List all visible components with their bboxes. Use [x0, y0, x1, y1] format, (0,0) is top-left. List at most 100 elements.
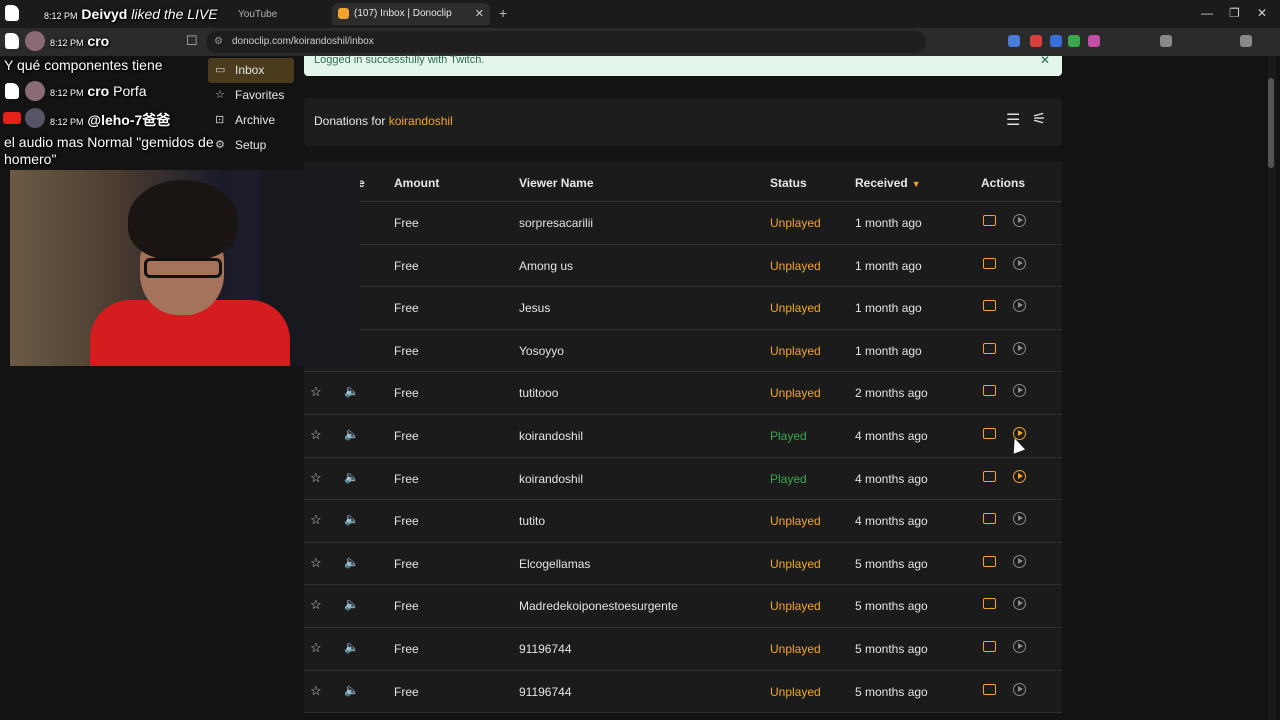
table-row[interactable]: ☆🔈FreeJesusUnplayed1 month ago: [304, 287, 1062, 330]
url-input[interactable]: ⚙ donoclip.com/koirandoshil/inbox: [206, 31, 926, 53]
cell-received: 1 month ago: [855, 301, 922, 316]
favorite-star-icon[interactable]: ☆: [310, 683, 322, 699]
maximize-icon[interactable]: ❐: [1229, 6, 1240, 20]
table-row[interactable]: ☆ 🔈 Free tutito Unplayed 4 months ago: [304, 500, 1062, 543]
donoclip-favicon-icon: [338, 8, 349, 19]
archive-folder-icon[interactable]: [983, 257, 996, 269]
table-row[interactable]: ☆ 🔈 Free tutitooo Unplayed 2 months ago: [304, 372, 1062, 415]
cell-amount: Free: [394, 599, 419, 614]
archive-folder-icon[interactable]: [983, 555, 996, 567]
table-row[interactable]: ☆🔈FreeYosoyyoUnplayed1 month ago: [304, 330, 1062, 373]
play-icon[interactable]: [1013, 554, 1026, 568]
archive-folder-icon[interactable]: [983, 385, 996, 397]
archive-folder-icon[interactable]: [983, 513, 996, 525]
extension-icon[interactable]: [1008, 35, 1020, 47]
tiktok-icon: [5, 33, 19, 49]
cell-viewer-name: Among us: [519, 258, 574, 273]
sort-desc-icon: ▼: [911, 179, 921, 189]
title-prefix: Donations for: [314, 114, 386, 128]
extension-icon[interactable]: [1068, 35, 1080, 47]
play-icon[interactable]: [1013, 256, 1026, 270]
table-row[interactable]: ☆ 🔈 Free 91196744 Unplayed 5 months ago: [304, 628, 1062, 671]
filter-icon[interactable]: ☰: [1006, 110, 1020, 130]
avatar: [25, 108, 45, 128]
window-close-icon[interactable]: ✕: [1257, 6, 1267, 20]
play-icon[interactable]: [1013, 682, 1026, 696]
play-icon[interactable]: [1013, 214, 1026, 227]
favorite-star-icon[interactable]: ☆: [310, 512, 322, 528]
column-header-actions: Actions: [981, 176, 1026, 190]
column-header-received[interactable]: Received ▼: [855, 176, 921, 190]
speaker-icon: 🔈: [344, 597, 359, 612]
table-row[interactable]: ☆ 🔈 Free koirandoshil Played 4 months ago: [304, 415, 1062, 458]
webcam-hair: [128, 180, 238, 260]
extension-icon[interactable]: [1050, 35, 1062, 47]
archive-folder-icon[interactable]: [983, 300, 996, 312]
table-row[interactable]: ☆ 🔈 Free koirandoshil Played 4 months ago: [304, 458, 1062, 501]
new-tab-icon[interactable]: +: [499, 5, 507, 21]
favorite-star-icon[interactable]: ☆: [310, 597, 322, 613]
tiktok-icon: [5, 83, 19, 99]
table-row[interactable]: ☆ 🔈 Free Elcogellamas Unplayed 5 months ago: [304, 543, 1062, 586]
column-header-amount[interactable]: Amount: [394, 176, 439, 190]
cell-received: 4 months ago: [855, 471, 928, 486]
favorite-star-icon[interactable]: ☆: [310, 640, 322, 656]
extension-icon[interactable]: [1240, 35, 1252, 47]
cell-amount: Free: [394, 258, 419, 273]
speaker-icon: 🔈: [344, 682, 359, 697]
cell-amount: Free: [394, 301, 419, 316]
chat-username: Deivyd: [81, 6, 128, 22]
scrollbar[interactable]: [1268, 56, 1276, 720]
table-row[interactable]: ☆ 🔈 Free Madredekoiponestoesurgente Unplayed…: [304, 585, 1062, 628]
play-icon[interactable]: [1013, 341, 1026, 355]
favorite-star-icon[interactable]: ☆: [310, 427, 322, 443]
play-icon[interactable]: [1013, 597, 1026, 611]
extension-icon[interactable]: [1160, 35, 1172, 47]
cell-received: 2 months ago: [855, 386, 928, 401]
extension-icon[interactable]: [1030, 35, 1042, 47]
tab-donoclip-inbox[interactable]: (107) Inbox | Donoclip ✕: [332, 3, 490, 25]
column-header-status[interactable]: Status: [770, 176, 807, 190]
favorite-star-icon[interactable]: ☆: [310, 555, 322, 571]
play-icon[interactable]: [1013, 469, 1026, 483]
cell-status: Unplayed: [770, 599, 821, 614]
minimize-icon[interactable]: —: [1201, 6, 1213, 20]
archive-folder-icon[interactable]: [983, 427, 996, 439]
cell-status: Unplayed: [770, 556, 821, 571]
scroll-thumb[interactable]: [1268, 78, 1274, 168]
avatar: [25, 81, 45, 101]
archive-folder-icon[interactable]: [983, 640, 996, 652]
close-icon[interactable]: ✕: [1040, 54, 1050, 66]
speaker-icon: 🔈: [344, 384, 359, 399]
cell-amount: Free: [394, 641, 419, 656]
settings-sliders-icon[interactable]: ⚟: [1032, 109, 1046, 129]
extension-icon[interactable]: [1088, 35, 1100, 47]
play-icon[interactable]: [1013, 512, 1026, 526]
table-header: e Amount Viewer Name Status Received ▼ Ac…: [304, 162, 1062, 202]
play-icon[interactable]: [1013, 384, 1026, 398]
play-icon[interactable]: [1013, 299, 1026, 313]
chat-line: 8:12 PM Deivyd liked the LIVE: [44, 6, 218, 22]
table-row[interactable]: ☆ 🔈 Free 91196744 Unplayed 5 months ago: [304, 671, 1062, 714]
play-icon[interactable]: [1013, 639, 1026, 653]
page-title: Donations for koirandoshil: [314, 114, 453, 128]
cell-viewer-name: Jesus: [519, 301, 551, 316]
cell-amount: Free: [394, 428, 419, 443]
cell-received: 5 months ago: [855, 599, 928, 614]
donations-table: e Amount Viewer Name Status Received ▼ Ac…: [304, 162, 1062, 714]
archive-folder-icon[interactable]: [983, 215, 996, 226]
archive-folder-icon[interactable]: [983, 342, 996, 354]
cell-status: Unplayed: [770, 641, 821, 656]
table-row[interactable]: ☆🔈FreeAmong usUnplayed1 month ago: [304, 245, 1062, 288]
speaker-icon: 🔈: [344, 469, 359, 484]
archive-folder-icon[interactable]: [983, 598, 996, 610]
chat-message: Y qué componentes tiene: [4, 57, 163, 73]
archive-folder-icon[interactable]: [983, 683, 996, 695]
column-header-viewer-name[interactable]: Viewer Name: [519, 176, 594, 190]
cell-received: 5 months ago: [855, 684, 928, 699]
favorite-star-icon[interactable]: ☆: [310, 384, 322, 400]
table-row[interactable]: ☆🔈FreesorpresacariliiUnplayed1 month ago: [304, 202, 1062, 245]
favorite-star-icon[interactable]: ☆: [310, 470, 322, 486]
archive-folder-icon[interactable]: [983, 470, 996, 482]
tab-close-icon[interactable]: ✕: [475, 3, 484, 25]
